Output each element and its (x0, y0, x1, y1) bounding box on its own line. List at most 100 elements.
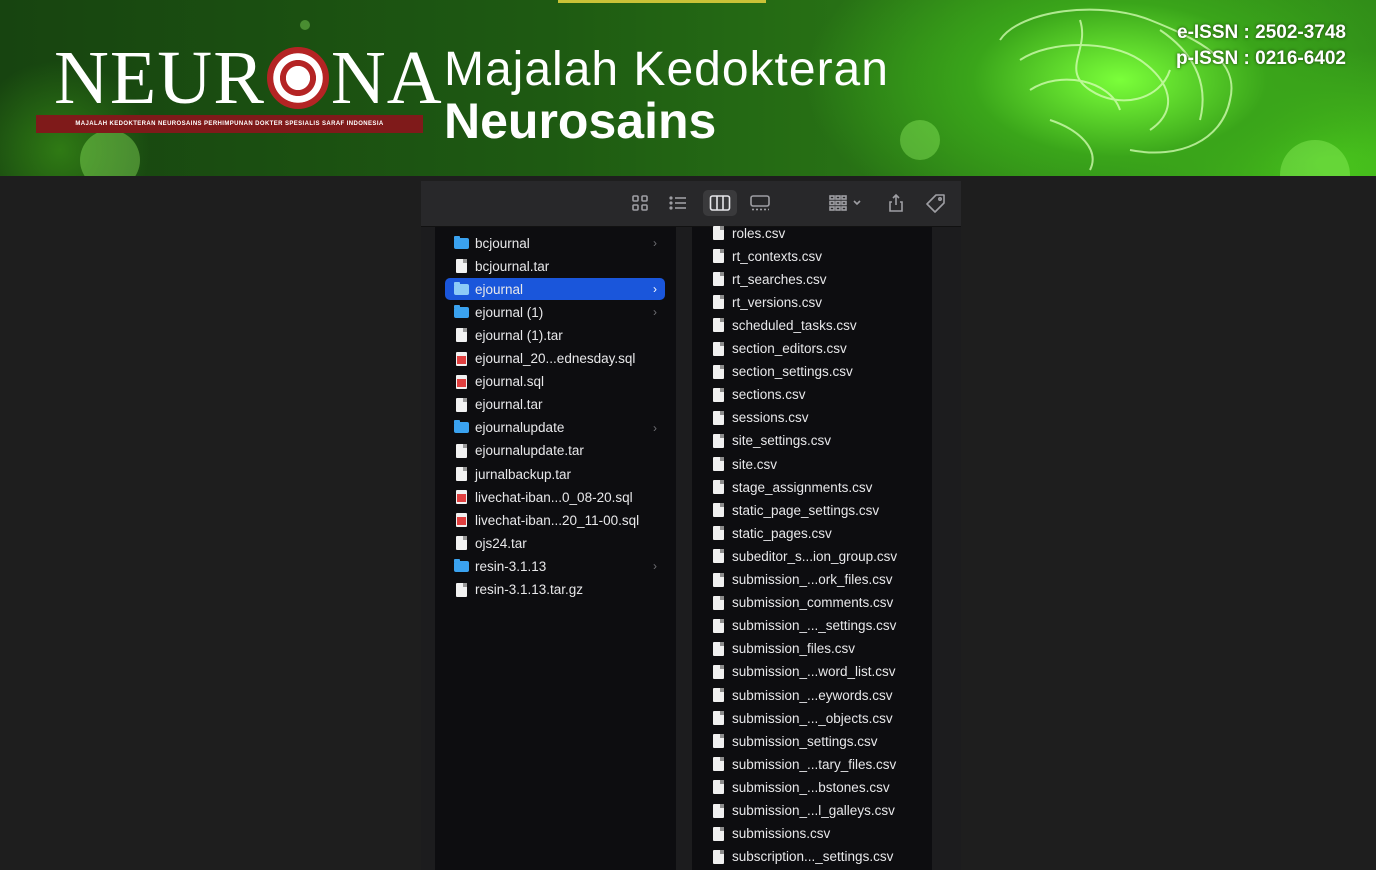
list-view-button[interactable] (663, 190, 693, 216)
file-list-item[interactable]: rt_contexts.csv (702, 245, 930, 267)
file-list-item[interactable]: ojs24.tar (445, 532, 665, 554)
file-list-item[interactable]: livechat-iban...0_08-20.sql (445, 486, 665, 508)
file-list-item[interactable]: submissions.csv (702, 823, 930, 845)
journal-title-line2: Neurosains (444, 93, 717, 149)
file-name: submission_..._settings.csv (732, 618, 897, 634)
file-name: static_page_settings.csv (732, 502, 880, 518)
column-divider[interactable] (676, 227, 692, 870)
sql-file-icon (453, 512, 469, 528)
journal-banner: NEUR NA MAJALAH KEDOKTERAN NEUROSAINS PER… (0, 0, 1376, 176)
file-list-item[interactable]: stage_assignments.csv (702, 476, 930, 498)
file-list-item[interactable]: site.csv (702, 453, 930, 475)
document-icon (453, 443, 469, 459)
issn-block: e-ISSN : 2502-3748 p-ISSN : 0216-6402 (1176, 20, 1346, 72)
file-name: submission_...l_galleys.csv (732, 803, 895, 818)
chevron-right-icon: › (653, 236, 657, 250)
file-name: submission_...bstones.csv (732, 779, 890, 795)
finder-column-parent[interactable]: bcjournal › bcjournal.tar ejournal › ejournal… (435, 227, 676, 870)
file-list-item[interactable]: submission_...eywords.csv (702, 684, 930, 706)
file-list-item[interactable]: ejournal (1).tar (445, 324, 665, 346)
tag-icon (926, 194, 945, 213)
file-list-item[interactable]: sessions.csv (702, 407, 930, 429)
file-list-item[interactable]: ejournal › (445, 278, 665, 301)
file-list-item[interactable]: static_page_settings.csv (702, 499, 930, 521)
finder-column-ejournal[interactable]: roles.csv rt_contexts.csv rt_searches.csv r… (692, 226, 932, 870)
file-list-item[interactable]: ejournal_20...ednesday.sql (445, 348, 665, 370)
file-list-item[interactable]: site_settings.csv (702, 430, 930, 452)
file-list-item[interactable]: bcjournal.tar (445, 255, 665, 277)
file-name: submissions.csv (732, 826, 831, 842)
file-list-item[interactable]: submission_..._settings.csv (702, 615, 930, 637)
icon-view-grid-icon (632, 195, 648, 211)
folder-icon (453, 558, 469, 574)
file-list-item[interactable]: submission_files.csv (702, 638, 930, 660)
file-name: ejournalupdate.tar (475, 443, 584, 459)
file-list-item[interactable]: bcjournal › (445, 232, 665, 254)
finder-window: bcjournal › bcjournal.tar ejournal › ejournal… (421, 181, 961, 870)
file-name: submission_comments.csv (732, 595, 894, 611)
file-list-item[interactable]: roles.csv (702, 222, 930, 244)
file-list-item[interactable]: resin-3.1.13 › (445, 555, 665, 577)
file-list-item[interactable]: sections.csv (702, 384, 930, 406)
csv-file-icon (710, 779, 726, 795)
csv-file-icon (710, 525, 726, 541)
file-name: submission_settings.csv (732, 733, 878, 749)
file-list-item[interactable]: submission_...l_galleys.csv (702, 800, 930, 822)
file-name: sessions.csv (732, 410, 809, 426)
bokeh-dot (300, 20, 310, 30)
file-list-item[interactable]: ejournal (1) › (445, 301, 665, 323)
csv-file-icon (710, 664, 726, 680)
file-list-item[interactable]: section_settings.csv (702, 361, 930, 383)
file-list-item[interactable]: subscription..._settings.csv (702, 846, 930, 868)
icon-view-button[interactable] (625, 190, 655, 216)
neurona-logo: NEUR NA (54, 40, 443, 117)
csv-file-icon (710, 687, 726, 703)
file-list-item[interactable]: submission_...word_list.csv (702, 661, 930, 683)
file-list-item[interactable]: rt_versions.csv (702, 291, 930, 313)
file-list-item[interactable]: ejournal.tar (445, 394, 665, 416)
file-list-item[interactable]: section_editors.csv (702, 338, 930, 360)
file-list-item[interactable]: rt_searches.csv (702, 268, 930, 290)
column-divider (421, 227, 435, 870)
file-list-item[interactable]: submission_...bstones.csv (702, 776, 930, 798)
file-list-item[interactable]: submission_settings.csv (702, 730, 930, 752)
gallery-view-icon (750, 195, 770, 211)
group-by-button[interactable] (821, 190, 867, 216)
csv-file-icon (710, 294, 726, 310)
file-list-item[interactable]: ejournal.sql (445, 371, 665, 393)
file-list-item[interactable]: resin-3.1.13.tar.gz (445, 579, 665, 601)
file-list-item[interactable]: static_pages.csv (702, 522, 930, 544)
file-name: rt_versions.csv (732, 294, 823, 310)
file-name: submission_...ork_files.csv (732, 572, 893, 587)
file-list-item[interactable]: submission_...ork_files.csv (702, 569, 930, 591)
file-name: ejournal_20...ednesday.sql (475, 351, 636, 366)
csv-file-icon (710, 364, 726, 380)
csv-file-icon (710, 733, 726, 749)
file-list-item[interactable]: livechat-iban...20_11-00.sql (445, 509, 665, 531)
file-name: submission_files.csv (732, 641, 856, 657)
share-button[interactable] (881, 190, 911, 216)
csv-file-icon (710, 595, 726, 611)
csv-file-icon (710, 433, 726, 449)
file-list-item[interactable]: submission_..._objects.csv (702, 707, 930, 729)
file-name: bcjournal.tar (475, 258, 550, 274)
tag-button[interactable] (921, 190, 951, 216)
csv-file-icon (710, 548, 726, 564)
logo-seal-icon (266, 46, 329, 109)
file-name: site_settings.csv (732, 433, 832, 449)
bokeh-dot (1280, 140, 1350, 176)
file-name: jurnalbackup.tar (475, 466, 572, 482)
file-list-item[interactable]: submission_...tary_files.csv (702, 753, 930, 775)
gallery-view-button[interactable] (745, 190, 775, 216)
file-name: subeditor_s...ion_group.csv (732, 548, 898, 564)
file-name: ejournal (1).tar (475, 327, 563, 343)
column-divider[interactable] (932, 227, 961, 870)
file-list-item[interactable]: subeditor_s...ion_group.csv (702, 545, 930, 567)
column-view-button[interactable] (703, 190, 737, 216)
file-list-item[interactable]: ejournalupdate.tar (445, 440, 665, 462)
bokeh-dot (900, 120, 940, 160)
file-list-item[interactable]: ejournalupdate › (445, 417, 665, 439)
file-list-item[interactable]: jurnalbackup.tar (445, 463, 665, 485)
file-list-item[interactable]: scheduled_tasks.csv (702, 314, 930, 336)
file-list-item[interactable]: submission_comments.csv (702, 592, 930, 614)
